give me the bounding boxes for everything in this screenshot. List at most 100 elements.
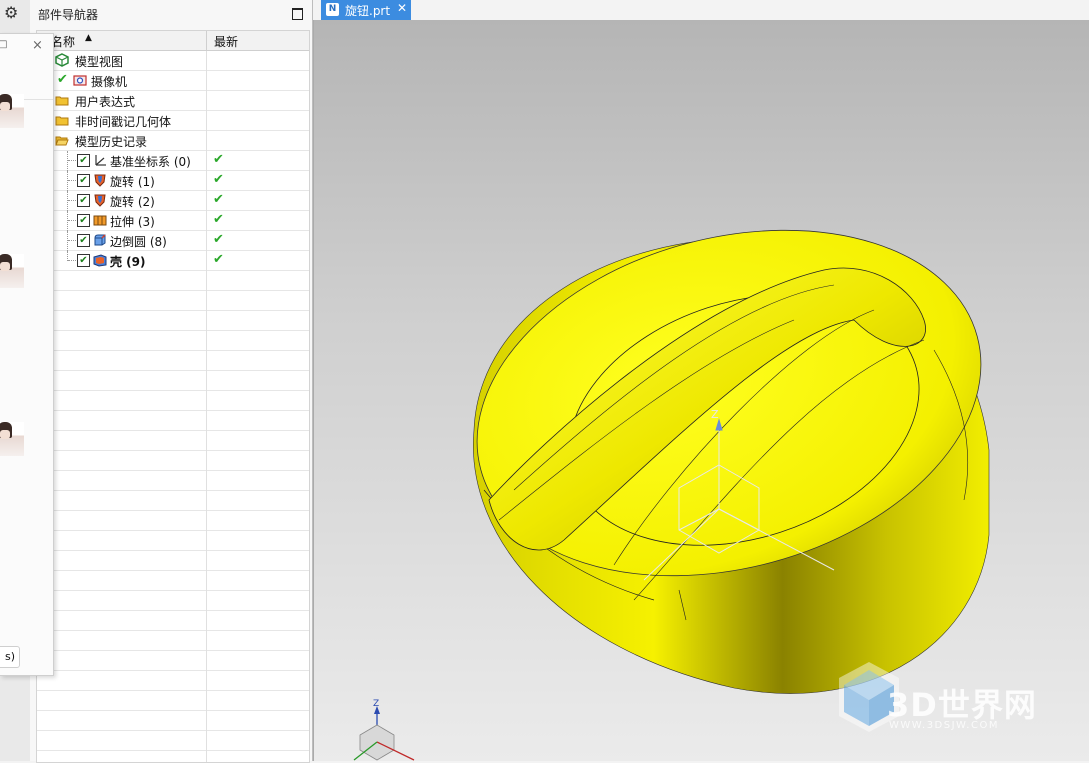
- visibility-checkbox[interactable]: ✔: [77, 214, 90, 227]
- feature-label: 基准坐标系 (0): [110, 155, 191, 169]
- watermark-url: WWW.3DSJW.COM: [889, 720, 999, 731]
- empty-tree-row: [37, 591, 309, 611]
- feature-row-shell[interactable]: ✔ 壳 (9) ✔: [37, 251, 309, 271]
- panel-button[interactable]: s): [0, 646, 20, 668]
- shell-icon: [93, 254, 107, 267]
- avatar[interactable]: [0, 94, 24, 128]
- empty-tree-row: [37, 571, 309, 591]
- avatar[interactable]: [0, 422, 24, 456]
- empty-tree-row: [37, 351, 309, 371]
- tree-row-cameras[interactable]: ✔ 摄像机: [37, 71, 309, 91]
- part-file-icon: N: [326, 3, 339, 16]
- empty-tree-row: [37, 751, 309, 762]
- gear-icon[interactable]: ⚙: [4, 3, 18, 22]
- feature-row-datum-csys[interactable]: ✔ 基准坐标系 (0) ✔: [37, 151, 309, 171]
- empty-tree-row: [37, 431, 309, 451]
- empty-rows: [37, 271, 309, 762]
- column-header-latest[interactable]: 最新: [214, 33, 238, 50]
- folder-icon: [55, 96, 69, 106]
- tree-row-label: 摄像机: [91, 75, 128, 89]
- document-tab-bar: N 旋钮.prt ✕: [313, 0, 1089, 20]
- edge-blend-icon: [94, 234, 106, 246]
- empty-tree-row: [37, 631, 309, 651]
- empty-tree-row: [37, 471, 309, 491]
- sort-ascending-icon: ▲: [85, 33, 92, 43]
- latest-check-icon: ✔: [213, 252, 224, 267]
- view-triad-z-label: Z: [373, 699, 379, 709]
- tab-label: 旋钮.prt: [345, 4, 391, 18]
- empty-tree-row: [37, 531, 309, 551]
- empty-tree-row: [37, 291, 309, 311]
- part-navigator: 部件导航器 名称 ▲ 最新 模型视图 ✔ 摄像机 用户表达式 非时间戳记几何体 …: [30, 0, 313, 763]
- view-triad: [353, 706, 415, 761]
- folder-icon: [55, 116, 69, 126]
- revolve-icon: [94, 174, 106, 187]
- empty-tree-row: [37, 671, 309, 691]
- feature-row-revolve-1[interactable]: ✔ 旋转 (1) ✔: [37, 171, 309, 191]
- tree-row-unused-geometry[interactable]: 非时间戳记几何体: [37, 111, 309, 131]
- column-divider[interactable]: [206, 31, 207, 50]
- latest-check-icon: ✔: [213, 152, 224, 167]
- wcs-z-label: Z: [711, 408, 719, 421]
- feature-row-revolve-2[interactable]: ✔ 旋转 (2) ✔: [37, 191, 309, 211]
- feature-label: 旋转 (2): [110, 195, 155, 209]
- knob-model[interactable]: Z Z: [314, 20, 1089, 761]
- feature-label: 边倒圆 (8): [110, 235, 167, 249]
- empty-tree-row: [37, 311, 309, 331]
- floating-chat-panel: □ × s): [0, 33, 54, 676]
- tree-row-user-expressions[interactable]: 用户表达式: [37, 91, 309, 111]
- visibility-checkbox[interactable]: ✔: [77, 234, 90, 247]
- empty-tree-row: [37, 371, 309, 391]
- navigator-tree[interactable]: 名称 ▲ 最新 模型视图 ✔ 摄像机 用户表达式 非时间戳记几何体 模型历史记录…: [36, 30, 310, 763]
- tree-row-model-history[interactable]: 模型历史记录: [37, 131, 309, 151]
- latest-check-icon: ✔: [213, 212, 224, 227]
- avatar[interactable]: [0, 254, 24, 288]
- close-icon[interactable]: ✕: [397, 1, 407, 15]
- feature-label: 旋转 (1): [110, 175, 155, 189]
- empty-tree-row: [37, 731, 309, 751]
- feature-row-extrude[interactable]: ✔ 拉伸 (3) ✔: [37, 211, 309, 231]
- navigator-title: 部件导航器: [38, 8, 99, 22]
- tree-row-label: 模型历史记录: [75, 135, 148, 149]
- empty-tree-row: [37, 511, 309, 531]
- tree-row-label: 模型视图: [75, 55, 124, 69]
- tab-knob-part[interactable]: N 旋钮.prt ✕: [321, 0, 411, 20]
- restore-icon[interactable]: □: [0, 39, 7, 50]
- empty-tree-row: [37, 651, 309, 671]
- empty-tree-row: [37, 491, 309, 511]
- empty-tree-row: [37, 451, 309, 471]
- empty-tree-row: [37, 411, 309, 431]
- visibility-checkbox[interactable]: ✔: [77, 254, 90, 267]
- camera-icon: [73, 75, 87, 86]
- feature-row-edge-blend[interactable]: ✔ 边倒圆 (8) ✔: [37, 231, 309, 251]
- maximize-icon[interactable]: [292, 8, 303, 20]
- tree-row-label: 用户表达式: [75, 95, 136, 109]
- latest-check-icon: ✔: [213, 192, 224, 207]
- check-mark-icon: ✔: [57, 72, 68, 87]
- datum-csys-icon: [95, 155, 106, 166]
- feature-label: 拉伸 (3): [110, 215, 155, 229]
- feature-label: 壳 (9): [110, 255, 146, 269]
- empty-tree-row: [37, 711, 309, 731]
- visibility-checkbox[interactable]: ✔: [77, 194, 90, 207]
- empty-tree-row: [37, 331, 309, 351]
- extrude-icon: [93, 215, 107, 226]
- revolve-icon: [94, 194, 106, 207]
- latest-check-icon: ✔: [213, 172, 224, 187]
- tree-row-label: 非时间戳记几何体: [75, 115, 172, 129]
- graphics-viewport[interactable]: Z Z 3D世界网 WWW.3DSJW.COM: [313, 20, 1089, 761]
- model-view-icon: [55, 53, 69, 67]
- column-header-name[interactable]: 名称: [51, 33, 75, 50]
- empty-tree-row: [37, 391, 309, 411]
- folder-open-icon: [55, 136, 69, 146]
- tree-header: 名称 ▲ 最新: [37, 31, 309, 51]
- empty-tree-row: [37, 691, 309, 711]
- close-icon[interactable]: ×: [32, 38, 43, 53]
- visibility-checkbox[interactable]: ✔: [77, 174, 90, 187]
- empty-tree-row: [37, 271, 309, 291]
- visibility-checkbox[interactable]: ✔: [77, 154, 90, 167]
- empty-tree-row: [37, 551, 309, 571]
- latest-check-icon: ✔: [213, 232, 224, 247]
- empty-tree-row: [37, 611, 309, 631]
- tree-row-model-views[interactable]: 模型视图: [37, 51, 309, 71]
